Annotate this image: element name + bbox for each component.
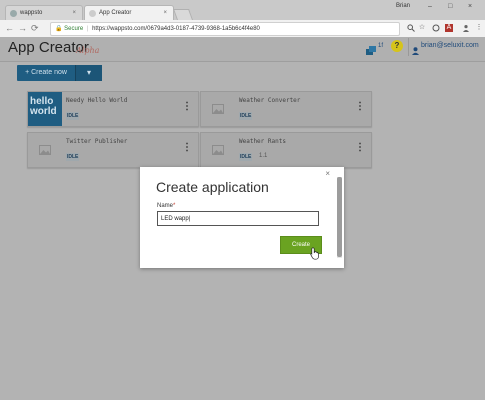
required-marker: *	[173, 203, 176, 209]
name-field-label: Name*	[157, 203, 175, 209]
tab-label: wappsto	[20, 10, 43, 16]
browser-profile-name[interactable]: Brian	[396, 3, 410, 9]
app-version: 1.1	[259, 153, 268, 159]
page-favicon-icon	[89, 10, 96, 17]
app-name: Weather Rants	[239, 138, 286, 145]
lock-icon: 🔒	[55, 26, 63, 32]
create-new-button[interactable]: + Create now	[17, 65, 75, 81]
stack-count: 1f	[378, 43, 384, 49]
hello-world-logo: hello world	[28, 92, 62, 126]
window-close-icon[interactable]: ×	[468, 3, 472, 10]
image-placeholder-icon	[201, 92, 235, 126]
app-card-weather-rants[interactable]: Weather Rants IDLE 1.1 ⋮	[200, 132, 372, 168]
reload-icon[interactable]: ⟳	[31, 21, 39, 36]
name-input[interactable]: LED wapp|	[157, 211, 319, 226]
minimize-icon[interactable]: –	[428, 3, 432, 10]
app-card-twitter-publisher[interactable]: Twitter Publisher IDLE ⋮	[27, 132, 199, 168]
image-placeholder-icon	[201, 133, 235, 167]
close-icon[interactable]: ×	[325, 169, 330, 178]
alpha-tagline: Alpha	[76, 46, 100, 55]
app-name: Twitter Publisher	[66, 138, 128, 145]
more-options-icon[interactable]: ⋮	[355, 143, 365, 153]
more-options-icon[interactable]: ⋮	[355, 102, 365, 112]
maximize-icon[interactable]: □	[448, 3, 452, 10]
user-email[interactable]: brian@seluxit.com	[421, 42, 479, 49]
app-name: Weather Converter	[239, 97, 301, 104]
back-arrow-icon[interactable]: ←	[5, 21, 14, 36]
app-name: Needy Hello World	[66, 97, 128, 104]
status-badge: IDLE	[239, 153, 253, 161]
close-tab-icon[interactable]: ×	[72, 6, 76, 21]
chevron-down-icon: ▾	[86, 68, 91, 77]
dialog-title: Create application	[156, 179, 269, 195]
hand-cursor-icon	[310, 247, 320, 265]
name-label-text: Name	[157, 203, 174, 209]
forward-arrow-icon[interactable]: →	[18, 21, 27, 36]
status-badge: IDLE	[66, 153, 80, 161]
browser-tab-wappsto[interactable]: wappsto ×	[5, 5, 83, 20]
browser-menu-icon[interactable]: ⋮	[475, 24, 483, 32]
bookmark-star-icon[interactable]: ☆	[418, 24, 426, 32]
more-options-icon[interactable]: ⋮	[182, 102, 192, 112]
pdf-extension-icon[interactable]: A	[445, 24, 453, 32]
extension-icon[interactable]	[432, 24, 440, 32]
more-options-icon[interactable]: ⋮	[182, 143, 192, 153]
url-text: https://wappsto.com/0679a4d3-0187-4739-9…	[92, 26, 260, 32]
account-icon[interactable]	[462, 24, 470, 32]
header-divider	[408, 38, 409, 56]
tab-label: App Creator	[99, 10, 132, 16]
app-stack-icon[interactable]	[366, 42, 377, 60]
text-caret: |	[188, 216, 191, 222]
app-card-needy-hello-world[interactable]: hello world Needy Hello World IDLE ⋮	[27, 91, 199, 127]
status-badge: IDLE	[66, 112, 80, 120]
name-input-value: LED wapp	[161, 216, 189, 222]
create-dropdown-button[interactable]: ▾	[75, 65, 102, 81]
help-icon[interactable]: ?	[391, 40, 403, 52]
close-tab-icon[interactable]: ×	[163, 6, 167, 21]
wappsto-favicon-icon	[10, 10, 17, 17]
address-bar[interactable]: 🔒 Secure | https://wappsto.com/0679a4d3-…	[50, 22, 400, 36]
image-placeholder-icon	[28, 133, 62, 167]
address-separator: |	[86, 26, 89, 32]
app-card-weather-converter[interactable]: Weather Converter IDLE ⋮	[200, 91, 372, 127]
user-avatar-icon	[412, 42, 419, 60]
secure-label: Secure	[64, 26, 84, 32]
logo-text: hello world	[30, 96, 57, 117]
zoom-icon[interactable]	[407, 24, 415, 32]
status-badge: IDLE	[239, 112, 253, 120]
browser-tab-app-creator[interactable]: App Creator ×	[84, 5, 174, 20]
dialog-scrollbar-thumb[interactable]	[337, 177, 342, 257]
